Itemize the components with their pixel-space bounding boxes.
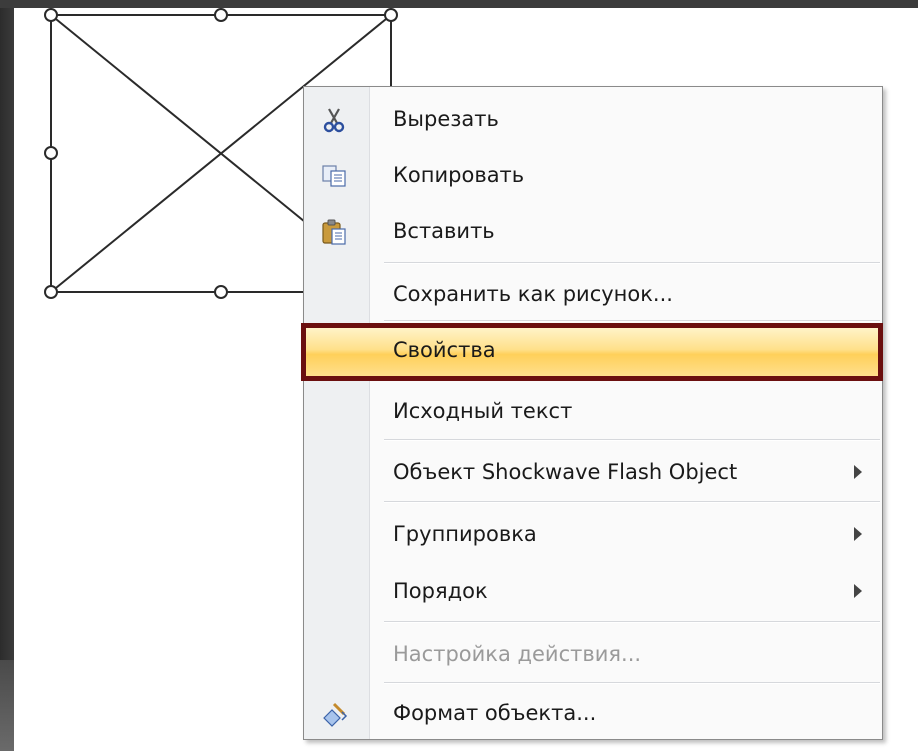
context-menu: Вырезать Копировать Вставить Сохранить к… [301,86,883,740]
menu-item-label: Вырезать [393,107,499,131]
menu-item-label: Свойства [393,338,496,362]
resize-handle-bottom-left[interactable] [44,285,58,299]
submenu-arrow-icon [854,584,862,598]
menu-item-label: Группировка [393,522,537,546]
menu-item-flash-object[interactable]: Объект Shockwave Flash Object [304,446,882,498]
submenu-arrow-icon [854,527,862,541]
menu-item-label: Формат объекта... [393,701,597,725]
menu-item-action-settings: Настройка действия... [304,628,882,680]
format-object-icon [320,700,348,728]
menu-item-save-as-picture[interactable]: Сохранить как рисунок... [304,268,882,320]
scissors-icon [320,106,348,134]
menu-item-highlight [301,323,883,381]
menu-separator [384,501,880,503]
menu-item-label: Сохранить как рисунок... [393,282,673,306]
paste-icon [320,218,348,246]
resize-handle-bottom[interactable] [214,285,228,299]
menu-item-label: Исходный текст [393,399,573,423]
menu-item-label: Порядок [393,579,488,603]
menu-item-cut[interactable]: Вырезать [304,93,882,145]
menu-item-grouping[interactable]: Группировка [304,508,882,560]
resize-handle-top[interactable] [214,8,228,22]
menu-item-label: Настройка действия... [393,642,642,666]
resize-handle-top-left[interactable] [44,8,58,22]
resize-handle-left[interactable] [44,146,58,160]
submenu-arrow-icon [854,465,862,479]
menu-item-label: Объект Shockwave Flash Object [393,460,738,484]
menu-item-format-object[interactable]: Формат объекта... [304,687,882,739]
menu-separator [384,439,880,441]
menu-item-properties[interactable]: Свойства [301,323,883,381]
menu-item-label: Вставить [393,219,495,243]
menu-separator [384,682,880,684]
menu-item-order[interactable]: Порядок [304,565,882,617]
resize-handle-top-right[interactable] [384,8,398,22]
menu-item-paste[interactable]: Вставить [304,205,882,257]
menu-item-source-text[interactable]: Исходный текст [304,385,882,437]
copy-icon [320,162,348,190]
menu-item-copy[interactable]: Копировать [304,149,882,201]
menu-separator [384,262,880,264]
menu-separator [384,621,880,623]
menu-item-label: Копировать [393,163,525,187]
